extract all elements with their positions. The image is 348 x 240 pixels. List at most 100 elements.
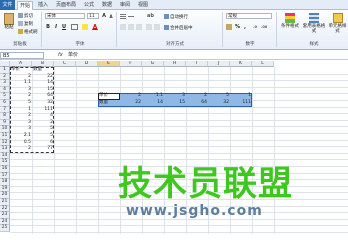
table-cell[interactable]: 111 bbox=[230, 100, 251, 107]
table-cell[interactable]: 77 bbox=[32, 146, 53, 153]
tab-insert[interactable]: 插入 bbox=[36, 1, 50, 10]
table-header-cell[interactable]: 单价 bbox=[11, 67, 31, 74]
table-header-cell[interactable]: 数量 bbox=[99, 100, 119, 107]
column-header[interactable]: H bbox=[164, 61, 186, 67]
cell-styles-button[interactable]: 单元格样式 bbox=[327, 13, 348, 34]
copy-button[interactable]: 复制 bbox=[18, 21, 33, 28]
row-header[interactable]: 3 bbox=[0, 80, 10, 87]
row-header[interactable]: 21 bbox=[0, 199, 10, 206]
paste-button[interactable]: 粘贴 bbox=[2, 13, 16, 31]
shrink-font-button[interactable]: A bbox=[108, 13, 114, 19]
column-header[interactable]: L bbox=[252, 61, 274, 67]
format-as-table-button[interactable]: 套用表格格式 bbox=[302, 13, 326, 34]
column-header[interactable]: G bbox=[142, 61, 164, 67]
align-left-icon[interactable] bbox=[120, 24, 126, 30]
cut-button[interactable]: 剪切 bbox=[18, 13, 33, 20]
row-header[interactable]: 15 bbox=[0, 159, 10, 166]
row-header[interactable]: 6 bbox=[0, 100, 10, 107]
table-cell[interactable]: 2 bbox=[10, 146, 31, 153]
align-top-icon[interactable] bbox=[120, 13, 126, 19]
tab-view[interactable]: 视图 bbox=[136, 1, 150, 10]
currency-icon[interactable] bbox=[226, 24, 232, 30]
borders-icon[interactable] bbox=[71, 24, 78, 30]
table-cell[interactable]: 1.1 bbox=[10, 80, 31, 87]
column-header[interactable]: K bbox=[230, 61, 252, 67]
table-cell[interactable]: 32 bbox=[208, 100, 229, 107]
italic-button[interactable]: I bbox=[53, 24, 59, 30]
row-header[interactable]: 8 bbox=[0, 113, 10, 120]
align-center-icon[interactable] bbox=[128, 24, 134, 30]
column-header[interactable]: F bbox=[120, 61, 142, 67]
table-cell[interactable]: 5 bbox=[32, 133, 53, 140]
table-cell[interactable]: 2 bbox=[120, 93, 141, 100]
name-box[interactable]: B5 bbox=[0, 52, 44, 59]
tab-formulas[interactable]: 公式 bbox=[82, 1, 96, 10]
row-header[interactable]: 20 bbox=[0, 192, 10, 199]
comma-button[interactable]: , bbox=[242, 24, 248, 30]
font-size-combo[interactable]: 11 bbox=[87, 13, 99, 19]
tab-review[interactable]: 审阅 bbox=[118, 1, 132, 10]
decrease-decimal-icon[interactable]: .00 bbox=[260, 24, 267, 30]
table-cell[interactable]: 3 bbox=[164, 93, 185, 100]
column-header[interactable]: J bbox=[208, 61, 230, 67]
table-cell[interactable]: 22 bbox=[120, 100, 141, 107]
table-cell[interactable]: 15 bbox=[164, 100, 185, 107]
conditional-format-button[interactable]: 条件格式 bbox=[279, 13, 301, 29]
wrap-text-button[interactable]: 自动换行 bbox=[164, 14, 188, 21]
table-cell[interactable]: 14 bbox=[142, 100, 163, 107]
orientation-icon[interactable]: ab bbox=[146, 13, 154, 19]
increase-indent-icon[interactable] bbox=[154, 24, 160, 30]
percent-button[interactable]: % bbox=[234, 24, 240, 30]
tab-home[interactable]: 开始 bbox=[17, 1, 33, 10]
table-cell[interactable]: 32 bbox=[32, 100, 53, 107]
table-cell[interactable]: 64 bbox=[186, 100, 207, 107]
table-cell[interactable]: 5 bbox=[208, 93, 229, 100]
row-header[interactable]: 10 bbox=[0, 126, 10, 133]
column-header[interactable]: D bbox=[76, 61, 98, 67]
row-header[interactable]: 25 bbox=[0, 225, 10, 232]
table-cell[interactable]: 1 bbox=[230, 93, 251, 100]
table-header-cell[interactable]: 数量 bbox=[33, 67, 53, 74]
tab-page-layout[interactable]: 页面布局 bbox=[54, 1, 78, 10]
merge-center-button[interactable]: 合并后居中 bbox=[164, 25, 193, 32]
table-cell[interactable]: 2.1 bbox=[10, 133, 31, 140]
table-cell[interactable]: 4 bbox=[32, 113, 53, 120]
row-header[interactable]: 11 bbox=[0, 133, 10, 140]
table-cell[interactable]: 14 bbox=[32, 80, 53, 87]
table-cell[interactable]: 3 bbox=[10, 126, 31, 133]
fill-color-icon[interactable] bbox=[82, 24, 88, 30]
column-header[interactable]: I bbox=[186, 61, 208, 67]
decrease-indent-icon[interactable] bbox=[146, 24, 152, 30]
formula-input[interactable]: 单价 bbox=[68, 52, 78, 59]
table-cell[interactable]: 64 bbox=[32, 93, 53, 100]
table-cell[interactable]: 2 bbox=[186, 93, 207, 100]
row-header[interactable]: 16 bbox=[0, 166, 10, 173]
column-header[interactable]: C bbox=[54, 61, 76, 67]
increase-decimal-icon[interactable]: .0 bbox=[252, 24, 258, 30]
column-header[interactable]: E bbox=[98, 61, 120, 67]
row-header[interactable]: 13 bbox=[0, 146, 10, 153]
font-color-button[interactable]: A bbox=[92, 24, 98, 30]
row-header[interactable]: 18 bbox=[0, 179, 10, 186]
align-right-icon[interactable] bbox=[136, 24, 142, 30]
align-middle-icon[interactable] bbox=[128, 13, 134, 19]
format-painter-button[interactable]: 格式刷 bbox=[18, 29, 38, 36]
table-cell[interactable]: 5 bbox=[32, 126, 53, 133]
grow-font-button[interactable]: A bbox=[101, 13, 107, 19]
underline-button[interactable]: U bbox=[61, 24, 67, 30]
table-cell[interactable]: 2 bbox=[10, 93, 31, 100]
tab-data[interactable]: 数据 bbox=[100, 1, 114, 10]
table-cell[interactable]: 2 bbox=[10, 113, 31, 120]
table-header-cell[interactable]: 单价 bbox=[99, 93, 119, 100]
table-cell[interactable]: 5 bbox=[10, 100, 31, 107]
row-header[interactable]: 1 bbox=[0, 67, 10, 74]
fx-icon[interactable]: fx bbox=[58, 52, 63, 58]
row-header[interactable]: 23 bbox=[0, 212, 10, 219]
align-bottom-icon[interactable] bbox=[136, 13, 142, 19]
table-cell[interactable]: 1.1 bbox=[142, 93, 163, 100]
row-header[interactable]: 5 bbox=[0, 93, 10, 100]
bold-button[interactable]: B bbox=[45, 24, 51, 30]
tab-file[interactable]: 文件 bbox=[0, 0, 15, 10]
number-format-combo[interactable]: 常规 bbox=[226, 13, 272, 19]
font-name-combo[interactable]: 宋体 bbox=[45, 13, 85, 19]
